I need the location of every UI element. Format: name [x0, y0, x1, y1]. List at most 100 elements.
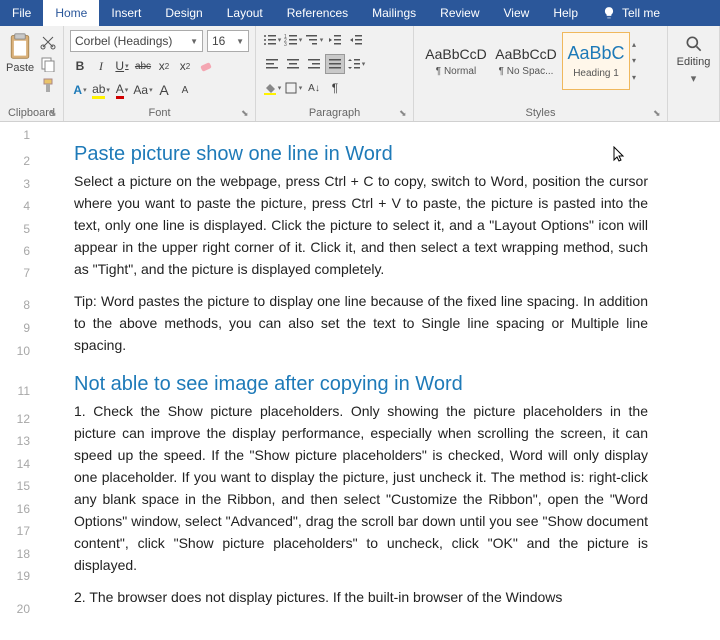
align-right-button[interactable]: [304, 54, 324, 74]
eraser-icon: [198, 58, 214, 74]
doc-heading-2: Not able to see image after copying in W…: [74, 370, 648, 398]
cut-button[interactable]: [40, 34, 56, 50]
text-effects-button[interactable]: A▾: [70, 80, 90, 100]
multilevel-button[interactable]: ▾: [304, 30, 324, 50]
line-number: 13: [0, 434, 30, 448]
style-no-spacing[interactable]: AaBbCcD ¶ No Spac...: [492, 32, 560, 90]
line-number: 6: [0, 244, 30, 258]
font-name-combo[interactable]: Corbel (Headings)▼: [70, 30, 203, 52]
line-number: 1: [0, 128, 30, 142]
line-number: 8: [0, 298, 30, 312]
line-number: 7: [0, 266, 30, 280]
line-number: 11: [0, 384, 30, 398]
align-center-button[interactable]: [283, 54, 303, 74]
font-group-label: Font: [64, 107, 255, 119]
bucket-icon: [263, 81, 277, 95]
tell-me-label: Tell me: [622, 6, 660, 20]
clipboard-launcher[interactable]: ⬊: [49, 108, 59, 118]
copy-icon: [40, 56, 56, 72]
font-color-button[interactable]: A▾: [112, 80, 132, 100]
styles-more[interactable]: ▴ ▾ ▾: [632, 32, 648, 90]
border-icon: [284, 81, 298, 95]
show-marks-button[interactable]: ¶: [325, 78, 345, 98]
more-icon: ▾: [632, 73, 648, 82]
tab-help[interactable]: Help: [541, 0, 590, 26]
tell-me[interactable]: Tell me: [590, 0, 672, 26]
line-number: 4: [0, 199, 30, 213]
shrink-font-button[interactable]: A: [175, 80, 195, 100]
editing-label: Editing: [677, 56, 711, 68]
bold-button[interactable]: B: [70, 56, 90, 76]
group-editing: Editing ▾: [668, 26, 720, 121]
tab-view[interactable]: View: [492, 0, 542, 26]
indent-icon: [349, 33, 363, 47]
svg-text:3: 3: [284, 42, 287, 47]
tab-file[interactable]: File: [0, 0, 43, 26]
underline-button[interactable]: U▾: [112, 56, 132, 76]
tab-design[interactable]: Design: [153, 0, 214, 26]
subscript-button[interactable]: x2: [154, 56, 174, 76]
clear-format-button[interactable]: [196, 56, 216, 76]
tab-layout[interactable]: Layout: [215, 0, 275, 26]
sort-button[interactable]: A↓: [304, 78, 324, 98]
align-center-icon: [286, 57, 300, 71]
highlight-button[interactable]: ab▾: [91, 80, 111, 100]
document-area[interactable]: Paste picture show one line in Word Sele…: [0, 122, 720, 640]
ribbon: Paste Clipboard ⬊ Corbel (Headings)▼ 16▼…: [0, 26, 720, 122]
style-normal[interactable]: AaBbCcD ¶ Normal: [422, 32, 490, 90]
borders-button[interactable]: ▾: [283, 78, 303, 98]
line-number: 9: [0, 321, 30, 335]
doc-paragraph: Tip: Word pastes the picture to display …: [74, 290, 648, 356]
line-number: 16: [0, 502, 30, 516]
paste-icon: [6, 32, 34, 60]
tab-mailings[interactable]: Mailings: [360, 0, 428, 26]
line-number: 15: [0, 479, 30, 493]
line-number: 10: [0, 344, 30, 358]
tab-insert[interactable]: Insert: [99, 0, 153, 26]
shading-button[interactable]: ▾: [262, 78, 282, 98]
line-spacing-button[interactable]: ▾: [346, 54, 366, 74]
tab-review[interactable]: Review: [428, 0, 491, 26]
doc-paragraph: 2. The browser does not display pictures…: [74, 586, 648, 608]
chevron-down-icon: ▾: [691, 72, 697, 85]
search-icon: [684, 34, 704, 54]
change-case-button[interactable]: Aa▾: [133, 80, 153, 100]
line-number: 5: [0, 222, 30, 236]
superscript-button[interactable]: x2: [175, 56, 195, 76]
italic-button[interactable]: I: [91, 56, 111, 76]
copy-button[interactable]: [40, 56, 56, 72]
paragraph-launcher[interactable]: ⬊: [399, 108, 409, 118]
align-left-button[interactable]: [262, 54, 282, 74]
paste-label: Paste: [6, 62, 34, 74]
multilevel-icon: [305, 33, 319, 47]
scissors-icon: [40, 34, 56, 50]
tab-references[interactable]: References: [275, 0, 360, 26]
brush-icon: [40, 78, 56, 94]
line-number: 14: [0, 457, 30, 471]
bullet-list-icon: [263, 33, 277, 47]
decrease-indent-button[interactable]: [325, 30, 345, 50]
doc-heading-1: Paste picture show one line in Word: [74, 140, 648, 168]
strike-button[interactable]: abc: [133, 56, 153, 76]
bullets-button[interactable]: ▾: [262, 30, 282, 50]
numbering-button[interactable]: 123▾: [283, 30, 303, 50]
chevron-down-icon: ▼: [190, 37, 198, 46]
tab-home[interactable]: Home: [43, 0, 99, 26]
font-launcher[interactable]: ⬊: [241, 108, 251, 118]
styles-group-label: Styles: [414, 107, 667, 119]
grow-font-button[interactable]: A: [154, 80, 174, 100]
justify-icon: [328, 57, 342, 71]
justify-button[interactable]: [325, 54, 345, 74]
style-heading1[interactable]: AaBbC Heading 1: [562, 32, 630, 90]
format-painter-button[interactable]: [40, 78, 56, 94]
increase-indent-button[interactable]: [346, 30, 366, 50]
font-size-combo[interactable]: 16▼: [207, 30, 249, 52]
spacing-icon: [347, 57, 361, 71]
line-number: 17: [0, 524, 30, 538]
group-clipboard: Paste Clipboard ⬊: [0, 26, 64, 121]
styles-launcher[interactable]: ⬊: [653, 108, 663, 118]
line-number: 19: [0, 569, 30, 583]
find-button[interactable]: Editing ▾: [672, 28, 715, 91]
line-number: 12: [0, 412, 30, 426]
paste-button[interactable]: Paste: [4, 28, 36, 94]
